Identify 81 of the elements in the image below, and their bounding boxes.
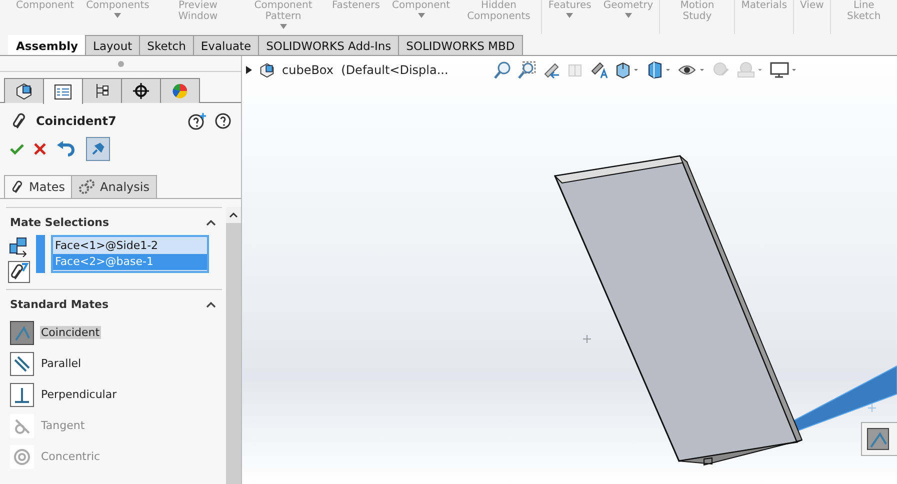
origin-mark-icon bbox=[868, 404, 876, 412]
panel-tab[interactable] bbox=[4, 78, 44, 103]
selection-flag bbox=[36, 235, 45, 273]
ribbon-label[interactable]: Fasteners bbox=[332, 0, 380, 11]
paperclip-icon bbox=[12, 111, 28, 131]
section-title: Mate Selections bbox=[10, 216, 110, 229]
zoom-to-fit-icon[interactable] bbox=[494, 61, 512, 79]
ribbon-label[interactable]: Component Pattern bbox=[246, 0, 320, 22]
monitor-icon[interactable] bbox=[770, 61, 798, 79]
panel-tab[interactable] bbox=[121, 78, 161, 103]
perpendicular-icon bbox=[13, 386, 31, 404]
mate-type-button[interactable] bbox=[10, 352, 34, 376]
parallel-icon bbox=[13, 354, 31, 372]
concentric-icon bbox=[13, 448, 31, 466]
ribbon-label[interactable]: View bbox=[800, 0, 824, 11]
ribbon-tab[interactable]: SOLIDWORKS Add-Ins bbox=[258, 35, 400, 55]
view-orientation-icon[interactable] bbox=[614, 61, 640, 79]
feature-title: Coincident7 bbox=[36, 114, 118, 128]
panel-tab[interactable] bbox=[82, 78, 122, 103]
gears-icon[interactable] bbox=[78, 179, 96, 195]
color-ball-icon bbox=[170, 82, 190, 100]
tangent-icon bbox=[13, 416, 31, 434]
origin-mark-icon bbox=[583, 335, 591, 343]
coincident-icon[interactable] bbox=[867, 428, 889, 450]
ribbon-tab[interactable]: Assembly bbox=[8, 35, 86, 55]
mate-type-label[interactable]: Parallel bbox=[40, 357, 82, 370]
collapse-icon[interactable] bbox=[206, 219, 216, 226]
scroll-up-icon[interactable] bbox=[229, 212, 238, 218]
part-icon bbox=[14, 82, 34, 100]
quick-help-icon[interactable] bbox=[187, 112, 207, 130]
ribbon-label[interactable]: Geometry bbox=[603, 0, 654, 11]
selection-item[interactable]: Face<2>@base-1 bbox=[53, 254, 207, 270]
ribbon-tab[interactable]: Sketch bbox=[139, 35, 194, 55]
dynamic-annotation-icon[interactable] bbox=[590, 61, 608, 79]
pin-icon[interactable] bbox=[91, 142, 105, 156]
crosshair-icon bbox=[131, 82, 151, 100]
scrollbar[interactable] bbox=[226, 207, 241, 484]
ribbon-label[interactable]: Components bbox=[86, 0, 150, 11]
ribbon-label[interactable]: Hidden Components bbox=[462, 0, 536, 22]
ribbon-label[interactable]: Features bbox=[548, 0, 592, 11]
paperclip-icon[interactable] bbox=[8, 261, 30, 283]
panel-tab[interactable]: Analysis bbox=[71, 175, 156, 198]
ribbon-label[interactable]: Line Sketch bbox=[836, 0, 892, 22]
mate-type-label[interactable]: Perpendicular bbox=[40, 388, 118, 401]
dropdown-caret-icon[interactable] bbox=[566, 13, 574, 18]
undo-icon[interactable] bbox=[56, 140, 76, 158]
coincident-icon bbox=[13, 324, 31, 342]
pin-button[interactable] bbox=[86, 137, 110, 161]
dropdown-caret-icon[interactable] bbox=[280, 24, 287, 29]
help-icon[interactable] bbox=[215, 113, 231, 129]
mate-type-label[interactable]: Coincident bbox=[40, 326, 101, 339]
zoom-area-icon[interactable] bbox=[518, 61, 536, 79]
section-title: Standard Mates bbox=[10, 298, 108, 311]
close-icon[interactable] bbox=[34, 143, 46, 155]
ribbon-label[interactable]: Component bbox=[16, 0, 74, 11]
dropdown-caret-icon[interactable] bbox=[114, 13, 122, 18]
mate-type-button[interactable] bbox=[10, 320, 34, 344]
check-icon[interactable] bbox=[10, 142, 24, 156]
paperclip-icon[interactable] bbox=[11, 179, 25, 195]
ribbon-label[interactable]: Motion Study bbox=[666, 0, 728, 22]
collapse-icon[interactable] bbox=[206, 301, 216, 308]
ribbon-tab[interactable]: Layout bbox=[85, 35, 140, 55]
grip-handle[interactable] bbox=[118, 60, 124, 66]
panel-tab[interactable]: Mates bbox=[4, 175, 72, 198]
expand-arrow-icon[interactable] bbox=[246, 66, 252, 74]
assembly-icon bbox=[258, 62, 276, 78]
selection-list[interactable]: Face<1>@Side1-2 Face<2>@base-1 bbox=[51, 235, 209, 273]
ribbon-label[interactable]: Component bbox=[392, 0, 450, 11]
display-style-icon[interactable] bbox=[646, 61, 672, 79]
panel-tab[interactable] bbox=[43, 78, 83, 104]
ribbon-label[interactable]: Preview Window bbox=[161, 0, 235, 22]
mate-type-button[interactable] bbox=[10, 382, 34, 406]
ribbon-tab[interactable]: Evaluate bbox=[192, 35, 260, 55]
ribbon-tab[interactable]: SOLIDWORKS MBD bbox=[398, 35, 523, 55]
previous-view-icon[interactable] bbox=[542, 61, 560, 79]
selection-item[interactable]: Face<1>@Side1-2 bbox=[53, 238, 207, 254]
ribbon-label[interactable]: Materials bbox=[741, 0, 788, 11]
tree-root-label[interactable]: cubeBox (Default<Displa... bbox=[282, 63, 448, 77]
dropdown-caret-icon[interactable] bbox=[624, 13, 632, 18]
property-list-icon bbox=[53, 82, 73, 100]
dropdown-caret-icon[interactable] bbox=[418, 13, 425, 18]
